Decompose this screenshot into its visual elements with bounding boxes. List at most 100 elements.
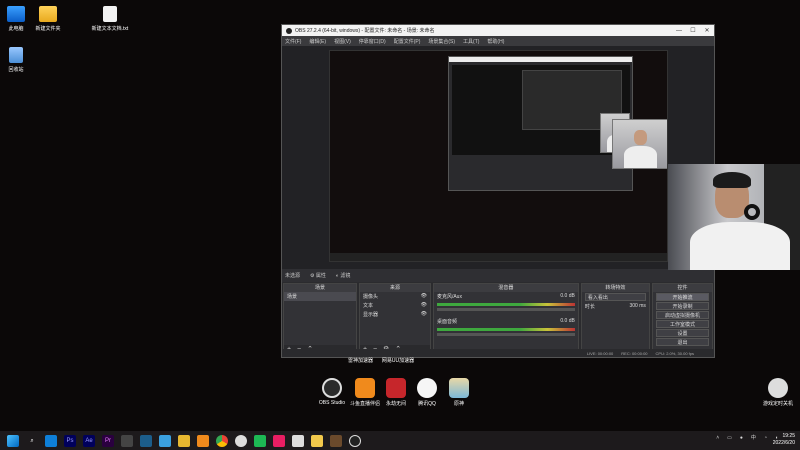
duration-row: 时长 300 ms: [584, 303, 646, 310]
app-icon-10[interactable]: [235, 434, 247, 447]
visibility-icon: 👁: [420, 302, 427, 308]
minimize-icon[interactable]: —: [672, 28, 686, 34]
app-genshin[interactable]: 原神: [442, 378, 476, 407]
virtual-camera-button[interactable]: 启动虚拟摄像机: [655, 311, 710, 319]
scene-item[interactable]: 场景: [284, 292, 356, 301]
power-icon: [768, 378, 788, 398]
visibility-icon: 👁: [420, 311, 427, 317]
maximize-icon[interactable]: ☐: [686, 27, 700, 34]
app-icon-1[interactable]: [45, 434, 57, 447]
app-shutdown-timer[interactable]: 游戏定时关机: [758, 378, 798, 407]
app-icon-14[interactable]: [311, 434, 323, 447]
desktop-icon-recycle-bin[interactable]: 回收站: [0, 47, 36, 73]
menu-scene-collection[interactable]: 场景集合(S): [428, 38, 455, 45]
volume-slider[interactable]: [436, 333, 575, 336]
source-item[interactable]: 文本 👁: [360, 301, 430, 310]
no-source-label: 未选源: [285, 273, 301, 279]
headset-icon: [744, 204, 760, 220]
app-icon-15[interactable]: [330, 434, 342, 447]
app-icon-7[interactable]: [159, 434, 171, 447]
menu-docks[interactable]: 停靠窗口(D): [359, 38, 386, 45]
menu-file[interactable]: 文件(F): [285, 38, 301, 45]
search-icon[interactable]: ⌕: [26, 435, 38, 447]
transitions-title: 转场特效: [581, 284, 649, 292]
close-icon[interactable]: ✕: [700, 27, 714, 34]
obs-icon: [322, 378, 342, 398]
start-streaming-button[interactable]: 开始推流: [655, 293, 710, 301]
desktop-icon-new-text[interactable]: 新建文本文档.txt: [90, 6, 130, 32]
app-icon-6[interactable]: [140, 434, 152, 447]
visibility-icon: 👁: [420, 293, 427, 299]
text-file-icon: [103, 6, 117, 22]
mic-icon[interactable]: ●: [740, 435, 743, 441]
qq-icon: [417, 378, 437, 398]
genshin-icon: [449, 378, 469, 398]
exit-button[interactable]: 退出: [655, 338, 710, 346]
chevron-up-icon[interactable]: ˄: [716, 435, 719, 441]
app-qq[interactable]: 腾讯QQ: [410, 378, 444, 407]
volume-slider[interactable]: [436, 308, 575, 311]
source-toolbar: 未选源 ⚙ 属性 ◐ 滤镜: [282, 269, 714, 282]
clock[interactable]: 19:25 2022/6/20: [773, 433, 795, 447]
duration-input[interactable]: 300 ms: [629, 303, 645, 310]
controls-dock: 控件 开始推流 开始录制 启动虚拟摄像机 工作室模式 设置 退出: [651, 283, 714, 355]
obs-window: OBS 27.2.4 (64-bit, windows) - 配置文件: 未命名…: [281, 24, 715, 358]
obs-preview[interactable]: [282, 46, 714, 269]
properties-button[interactable]: ⚙ 属性: [310, 272, 326, 279]
cpu-fps: CPU: 2.0%, 30.00 fps: [655, 350, 694, 356]
windows-start-icon[interactable]: [7, 434, 19, 447]
obs-logo-icon: [286, 27, 292, 34]
volume-meter: [436, 303, 575, 306]
preview-taskbar: [330, 253, 667, 261]
menu-profile[interactable]: 配置文件(P): [394, 38, 421, 45]
menu-tools[interactable]: 工具(T): [463, 38, 479, 45]
live-time: LIVE: 00:00:00: [586, 350, 614, 356]
mixer-dock: 混音器 麦克风/Aux 0.0 dB 桌面音频 0.0 dB: [432, 283, 579, 355]
sources-title: 来源: [359, 284, 430, 292]
wifi-icon[interactable]: ◔: [764, 435, 767, 441]
start-recording-button[interactable]: 开始录制: [655, 302, 710, 310]
obs-titlebar: OBS 27.2.4 (64-bit, windows) - 配置文件: 未命名…: [282, 25, 714, 36]
controls-title: 控件: [652, 284, 713, 292]
desktop-icon-new-folder[interactable]: 新建文件夹: [28, 6, 68, 32]
app-icon-8[interactable]: [178, 434, 190, 447]
menu-view[interactable]: 视图(V): [334, 38, 351, 45]
caption-uu: 网易UU加速器: [381, 358, 415, 364]
transition-select[interactable]: 看入看出: [584, 293, 646, 301]
obs-taskbar-icon[interactable]: [349, 434, 361, 447]
app-icon-13[interactable]: [292, 434, 304, 447]
scenes-title: 场景: [284, 284, 356, 292]
naraka-icon: [386, 378, 406, 398]
source-item[interactable]: 摄像头 👁: [360, 292, 430, 301]
chrome-icon[interactable]: [216, 434, 228, 447]
window-title: OBS 27.2.4 (64-bit, windows) - 配置文件: 未命名…: [295, 28, 435, 34]
app-icon-4[interactable]: Pr: [102, 434, 114, 447]
volume-meter: [436, 328, 575, 331]
app-icon-5[interactable]: [121, 434, 133, 447]
transitions-dock: 转场特效 看入看出 时长 300 ms: [580, 283, 650, 355]
preview-canvas: [329, 50, 668, 262]
app-douyu[interactable]: 斗鱼直播伴侣: [348, 378, 382, 407]
source-item[interactable]: 显示器 👁: [360, 310, 430, 319]
app-icon-2[interactable]: Ps: [64, 434, 76, 447]
clock-date: 2022/6/20: [772, 440, 795, 446]
recycle-bin-icon: [9, 47, 23, 63]
settings-button[interactable]: 设置: [655, 329, 710, 337]
menu-help[interactable]: 帮助(H): [487, 38, 504, 45]
rec-time: REC: 00:00:00: [621, 350, 648, 356]
app-icon-3[interactable]: Ae: [83, 434, 95, 447]
app-icon-11[interactable]: [254, 434, 266, 447]
folder-icon: [39, 6, 57, 22]
filters-button[interactable]: ◐ 滤镜: [336, 272, 350, 279]
input-method[interactable]: 中: [751, 434, 756, 441]
app-icon-9[interactable]: [197, 434, 209, 447]
studio-mode-button[interactable]: 工作室模式: [655, 320, 710, 328]
taskbar: ⌕ Ps Ae Pr ˄ ▭ ● 中 ◔ ◖ 19:25 2022/6/20: [0, 431, 800, 450]
network-icon[interactable]: ▭: [727, 435, 732, 441]
menu-edit[interactable]: 编辑(E): [309, 38, 326, 45]
sources-dock: 来源 摄像头👁 文本👁 显示器👁 + − ⚙ ⌃ ⌄: [358, 283, 431, 355]
mixer-channel: 麦克风/Aux 0.0 dB: [436, 293, 575, 300]
app-icon-12[interactable]: [273, 434, 285, 447]
app-naraka[interactable]: 永劫无间: [379, 378, 413, 407]
app-obs[interactable]: OBS Studio: [315, 378, 349, 406]
